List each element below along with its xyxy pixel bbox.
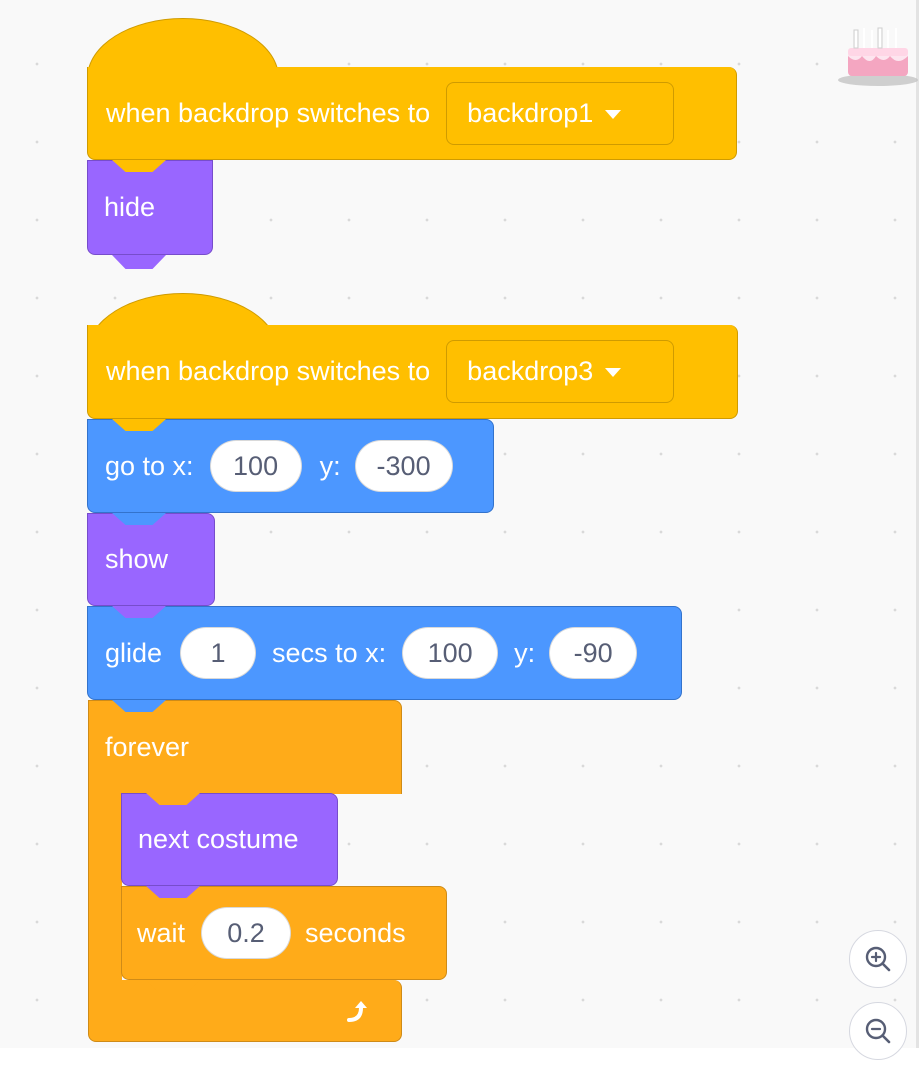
secs-input[interactable]: 1 (180, 627, 257, 679)
next-costume-label: next costume (138, 824, 299, 854)
zoom-out-button[interactable] (849, 1002, 907, 1060)
glide-x-input[interactable]: 100 (402, 627, 499, 679)
y-value: -300 (376, 450, 431, 481)
wait-label: wait (137, 917, 186, 948)
y-label: y: (319, 450, 341, 481)
glide-x-value: 100 (427, 637, 473, 668)
glide-label: glide (105, 637, 163, 668)
backdrop-dropdown[interactable]: backdrop1 (446, 81, 675, 145)
birthday-cake-icon (838, 27, 918, 86)
forever-label: forever (105, 732, 190, 762)
backdrop-value: backdrop3 (467, 356, 594, 386)
secs-value: 1 (210, 637, 226, 668)
hide-block[interactable]: hide (87, 160, 213, 255)
hat-label: when backdrop switches to (106, 97, 431, 128)
zoom-out-icon (865, 1018, 891, 1044)
backdrop-value: backdrop1 (467, 97, 594, 128)
forever-arm[interactable] (88, 793, 122, 981)
y-input[interactable]: -300 (354, 440, 453, 492)
seconds-label: seconds (305, 917, 406, 948)
glide-y-label: y: (514, 637, 536, 668)
next-costume-block[interactable]: next costume (121, 793, 338, 886)
show-block[interactable]: show (87, 513, 215, 606)
show-label: show (105, 544, 169, 574)
x-value: 100 (233, 450, 279, 481)
loop-arrow-icon (347, 1000, 367, 1022)
glide-y-value: -90 (573, 637, 613, 668)
x-input[interactable]: 100 (209, 440, 302, 492)
hide-label: hide (104, 192, 156, 222)
backdrop-dropdown[interactable]: backdrop3 (446, 340, 675, 403)
forever-block[interactable]: forever (88, 700, 402, 794)
secs-to-x-label: secs to x: (272, 637, 387, 668)
chevron-down-icon (605, 368, 622, 377)
wait-value: 0.2 (227, 917, 265, 948)
wait-input[interactable]: 0.2 (201, 907, 292, 959)
go-to-label: go to x: (105, 450, 194, 481)
glide-block[interactable]: glide 1 secs to x: 100 y: -90 (87, 606, 682, 700)
canvas-bottom-edge (0, 1048, 919, 1074)
script2-hat-block[interactable]: when backdrop switches to backdrop3 (87, 325, 738, 419)
script1-hat-block[interactable]: when backdrop switches to backdrop1 (87, 67, 737, 160)
zoom-in-icon (865, 946, 891, 972)
hat-label: when backdrop switches to (106, 356, 431, 386)
block-tab (112, 255, 166, 269)
forever-bottom[interactable] (88, 980, 402, 1042)
zoom-in-button[interactable] (849, 930, 907, 988)
wait-block[interactable]: wait 0.2 seconds (121, 886, 447, 980)
go-to-xy-block[interactable]: go to x: 100 y: -300 (87, 419, 494, 513)
chevron-down-icon (605, 109, 622, 119)
glide-y-input[interactable]: -90 (549, 627, 638, 679)
